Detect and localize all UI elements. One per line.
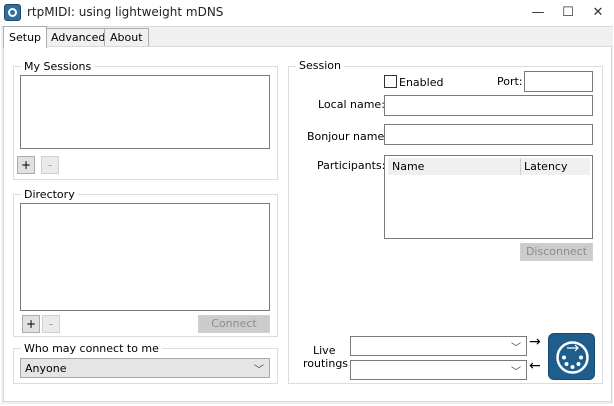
who-may-connect-select[interactable]: Anyone ﹀ [20, 358, 270, 378]
directory-title: Directory [21, 188, 78, 201]
midi-logo-icon [548, 333, 595, 380]
minimize-icon[interactable]: — [523, 0, 553, 26]
chevron-down-icon: ﹀ [254, 365, 264, 376]
live-routings-label-line2: routings [303, 357, 349, 370]
arrow-left-icon: ← [529, 358, 541, 374]
my-sessions-list[interactable] [20, 75, 270, 149]
midi-connector-icon [556, 341, 589, 374]
participants-column-name[interactable]: Name [388, 158, 521, 175]
title-bar: rtpMIDI: using lightweight mDNS — ☐ ✕ [0, 0, 614, 26]
live-routings-label-line1: Live [313, 344, 336, 357]
live-routing-output-select[interactable]: ﹀ [350, 360, 527, 380]
local-name-label: Local name: [318, 98, 385, 111]
directory-list[interactable] [20, 203, 270, 311]
bonjour-name-field[interactable] [384, 124, 593, 145]
tab-about[interactable]: About [104, 28, 149, 47]
participants-column-latency[interactable]: Latency [521, 158, 590, 175]
app-icon[interactable] [4, 4, 21, 21]
arrow-right-icon: → [529, 334, 541, 350]
disconnect-button[interactable]: Disconnect [520, 243, 593, 261]
close-icon[interactable]: ✕ [583, 0, 613, 26]
enabled-label: Enabled [399, 76, 444, 89]
who-may-connect-title: Who may connect to me [21, 342, 162, 355]
port-label: Port: [497, 75, 523, 88]
bonjour-name-label: Bonjour name: [307, 130, 388, 143]
local-name-field[interactable] [384, 95, 593, 116]
add-directory-button[interactable]: + [22, 315, 40, 333]
session-title: Session [296, 59, 344, 72]
enabled-checkbox[interactable] [384, 75, 397, 88]
chevron-down-icon: ﹀ [511, 367, 521, 378]
window-title: rtpMIDI: using lightweight mDNS [27, 5, 224, 19]
tab-setup[interactable]: Setup [3, 26, 48, 48]
connect-button[interactable]: Connect [198, 315, 270, 333]
participants-label: Participants: [317, 159, 386, 172]
remove-session-button[interactable]: - [41, 156, 59, 174]
tab-advanced[interactable]: Advanced [45, 28, 112, 47]
maximize-icon[interactable]: ☐ [553, 0, 583, 26]
participants-list[interactable]: Name Latency [384, 155, 593, 239]
who-may-connect-value: Anyone [25, 362, 67, 375]
live-routing-input-select[interactable]: ﹀ [350, 336, 527, 356]
my-sessions-title: My Sessions [21, 60, 95, 73]
remove-directory-button[interactable]: - [42, 315, 60, 333]
port-field[interactable] [524, 71, 593, 92]
add-session-button[interactable]: + [17, 156, 35, 174]
chevron-down-icon: ﹀ [511, 343, 521, 354]
